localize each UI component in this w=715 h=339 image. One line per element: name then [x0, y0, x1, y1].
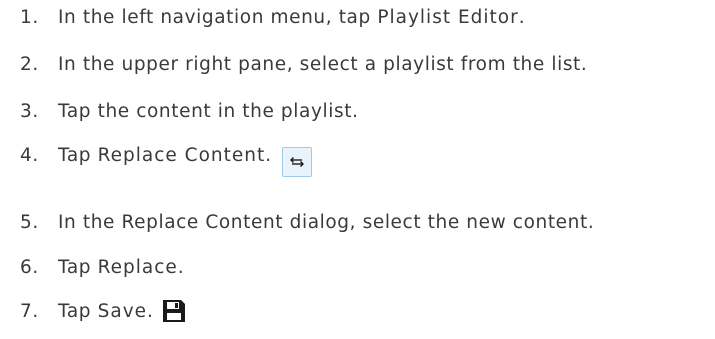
step-5: 5. In the Replace Content dialog, select…	[0, 207, 594, 237]
ui-term-playlist-editor: Playlist Editor	[377, 6, 519, 28]
replace-arrows-icon	[281, 147, 312, 177]
step-text: Tap Replace.	[58, 256, 185, 278]
step-7: 7. Tap Save.	[0, 296, 188, 326]
step-text: Tap Save.	[58, 300, 154, 322]
step-4: 4. Tap Replace Content.	[0, 140, 312, 177]
step-text: Tap the content in the playlist.	[58, 100, 359, 122]
step-number: 1.	[20, 6, 39, 28]
step-number: 5.	[20, 211, 39, 233]
step-number: 2.	[20, 53, 39, 75]
step-number: 6.	[20, 256, 39, 278]
step-3: 3. Tap the content in the playlist.	[0, 96, 359, 126]
step-number: 3.	[20, 100, 39, 122]
step-text: In the left navigation menu, tap Playlis…	[58, 6, 526, 28]
save-icon	[160, 297, 188, 325]
step-text: Tap Replace Content.	[58, 144, 272, 166]
step-1: 1. In the left navigation menu, tap Play…	[0, 2, 525, 32]
step-6: 6. Tap Replace.	[0, 252, 184, 282]
ui-term-replace-content: Replace Content	[97, 144, 266, 166]
step-text: In the Replace Content dialog, select th…	[58, 211, 595, 233]
step-text: In the upper right pane, select a playli…	[58, 53, 588, 75]
ui-term-save: Save	[97, 300, 148, 322]
step-number: 7.	[20, 300, 39, 322]
step-number: 4.	[20, 144, 39, 166]
step-2: 2. In the upper right pane, select a pla…	[0, 49, 587, 79]
ui-term-replace: Replace	[97, 256, 178, 278]
